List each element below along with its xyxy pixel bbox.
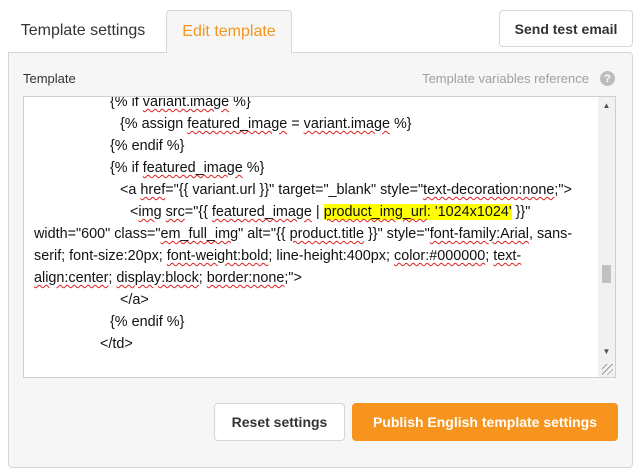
code-line: <a href="{{ variant.url }}" target="_bla… (120, 182, 572, 198)
code-line: </a> (120, 292, 149, 308)
send-test-email-button[interactable]: Send test email (499, 10, 633, 47)
template-code-editor[interactable]: {% if variant.image %} {% assign feature… (23, 96, 616, 378)
scrollbar-thumb[interactable] (602, 265, 611, 283)
tab-template-settings[interactable]: Template settings (8, 10, 158, 52)
reset-settings-button[interactable]: Reset settings (214, 403, 345, 441)
template-label: Template (23, 71, 76, 86)
code-line: {% endif %} (110, 138, 185, 154)
code-line: {% if featured_image %} (110, 160, 265, 176)
code-line: {% endif %} (110, 314, 185, 330)
help-icon[interactable]: ? (600, 71, 615, 86)
code-line: </td> (100, 336, 133, 352)
code-line: <img src="{{ featured_image | product_im… (34, 204, 573, 286)
resize-grip-icon[interactable] (602, 364, 613, 375)
tab-edit-template[interactable]: Edit template (166, 10, 292, 53)
triangle-up-icon[interactable]: ▲ (598, 97, 615, 114)
code-line: {% if variant.image %} (110, 96, 251, 110)
code-line: {% assign featured_image = variant.image… (120, 116, 412, 132)
template-variables-reference-link[interactable]: Template variables reference (422, 71, 589, 86)
publish-template-button[interactable]: Publish English template settings (352, 403, 618, 441)
triangle-down-icon[interactable]: ▼ (598, 343, 615, 360)
code-content[interactable]: {% if variant.image %} {% assign feature… (34, 96, 592, 355)
editor-scrollbar[interactable]: ▲ ▼ (598, 97, 615, 377)
